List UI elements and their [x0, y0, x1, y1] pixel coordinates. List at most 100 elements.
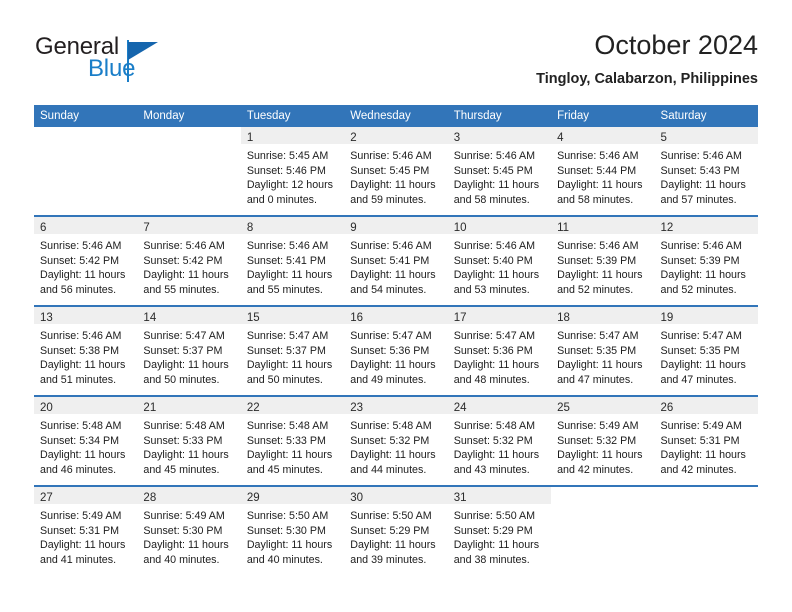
calendar-day-cell[interactable]: 1 Sunrise: 5:45 AM Sunset: 5:46 PM Daylight… [240, 127, 345, 216]
daylight-line-2: and 56 minutes. [40, 283, 117, 296]
daylight-line-2: and 43 minutes. [453, 463, 530, 476]
calendar-day-cell[interactable]: 28 Sunrise: 5:49 AM Sunset: 5:30 PM Dayligh… [137, 485, 241, 575]
daylight-line-2: and 0 minutes. [246, 193, 317, 206]
sunset-line: Sunset: 5:45 PM [350, 164, 430, 177]
day-detail-text: Sunrise: 5:49 AM Sunset: 5:31 PM Daylight:… [34, 504, 137, 567]
sunset-line: Sunset: 5:39 PM [557, 254, 637, 267]
calendar-day-cell[interactable]: 12 Sunrise: 5:46 AM Sunset: 5:39 PM Dayligh… [654, 215, 758, 306]
day-number: 3 [453, 132, 461, 144]
sunrise-line: Sunrise: 5:50 AM [246, 510, 329, 522]
calendar-day-cell[interactable]: 11 Sunrise: 5:46 AM Sunset: 5:39 PM Dayligh… [551, 215, 655, 306]
day-number-band: 29 [240, 487, 345, 504]
calendar-day-cell[interactable]: 8 Sunrise: 5:46 AM Sunset: 5:41 PM Daylight… [240, 215, 345, 306]
calendar-day-cell[interactable]: 19 Sunrise: 5:47 AM Sunset: 5:35 PM Dayligh… [654, 305, 758, 396]
sunset-line: Sunset: 5:31 PM [660, 434, 740, 447]
day-number-band: 3 [447, 127, 552, 144]
sunset-line: Sunset: 5:44 PM [557, 164, 637, 177]
day-number-band: 12 [654, 217, 758, 234]
calendar-day-cell[interactable]: 17 Sunrise: 5:47 AM Sunset: 5:36 PM Dayligh… [447, 305, 552, 396]
day-number: 2 [350, 132, 357, 144]
calendar-body: 1 Sunrise: 5:45 AM Sunset: 5:46 PM Daylight… [34, 127, 758, 575]
daylight-line-2: and 55 minutes. [143, 283, 220, 296]
calendar-empty-cell [34, 127, 138, 216]
daylight-line-1: Daylight: 11 hours [143, 449, 229, 462]
day-detail-text: Sunrise: 5:46 AM Sunset: 5:45 PM Daylight:… [448, 144, 551, 207]
calendar-day-cell[interactable]: 22 Sunrise: 5:48 AM Sunset: 5:33 PM Dayligh… [240, 395, 345, 486]
calendar-day-cell[interactable]: 9 Sunrise: 5:46 AM Sunset: 5:41 PM Daylight… [344, 215, 448, 306]
calendar-day-cell[interactable]: 21 Sunrise: 5:48 AM Sunset: 5:33 PM Dayligh… [137, 395, 241, 486]
day-detail-text: Sunrise: 5:46 AM Sunset: 5:39 PM Daylight:… [551, 234, 654, 297]
day-detail-text: Sunrise: 5:45 AM Sunset: 5:46 PM Daylight:… [241, 144, 344, 207]
day-number-band: 8 [240, 217, 345, 234]
calendar-day-cell[interactable]: 27 Sunrise: 5:49 AM Sunset: 5:31 PM Dayligh… [34, 485, 138, 575]
general-blue-logo[interactable]: General Blue [34, 34, 244, 92]
calendar-day-cell[interactable]: 4 Sunrise: 5:46 AM Sunset: 5:44 PM Daylight… [551, 127, 655, 216]
sunset-line: Sunset: 5:40 PM [453, 254, 533, 267]
calendar-day-cell[interactable]: 20 Sunrise: 5:48 AM Sunset: 5:34 PM Dayligh… [34, 395, 138, 486]
calendar-day-cell[interactable]: 18 Sunrise: 5:47 AM Sunset: 5:35 PM Dayligh… [551, 305, 655, 396]
sunrise-line: Sunrise: 5:48 AM [350, 420, 432, 432]
sunrise-line: Sunrise: 5:48 AM [246, 420, 329, 432]
calendar-day-cell[interactable]: 14 Sunrise: 5:47 AM Sunset: 5:37 PM Dayligh… [137, 305, 241, 396]
day-number: 16 [350, 312, 364, 324]
sunrise-line: Sunrise: 5:49 AM [660, 420, 742, 432]
daylight-line-2: and 57 minutes. [660, 193, 737, 206]
calendar-day-cell[interactable]: 23 Sunrise: 5:48 AM Sunset: 5:32 PM Dayligh… [344, 395, 448, 486]
day-number-band: 2 [344, 127, 448, 144]
sunset-line: Sunset: 5:45 PM [453, 164, 533, 177]
sunrise-line: Sunrise: 5:46 AM [453, 240, 536, 252]
day-number-band [551, 487, 654, 504]
day-number-band: 7 [137, 217, 241, 234]
day-cell-inner: 20 Sunrise: 5:48 AM Sunset: 5:34 PM Dayligh… [34, 397, 138, 485]
day-number-band: 1 [240, 127, 345, 144]
calendar-day-cell[interactable]: 6 Sunrise: 5:46 AM Sunset: 5:42 PM Daylight… [34, 215, 138, 306]
day-number: 23 [350, 402, 364, 414]
daylight-line-2: and 54 minutes. [350, 283, 427, 296]
daylight-line-1: Daylight: 11 hours [40, 269, 126, 282]
day-detail-text: Sunrise: 5:49 AM Sunset: 5:32 PM Daylight:… [551, 414, 654, 477]
calendar-day-cell[interactable]: 13 Sunrise: 5:46 AM Sunset: 5:38 PM Dayligh… [34, 305, 138, 396]
day-number-band: 6 [34, 217, 138, 234]
sunrise-line: Sunrise: 5:50 AM [453, 510, 536, 522]
day-number: 13 [40, 312, 53, 324]
day-number-band: 13 [34, 307, 138, 324]
calendar-day-cell[interactable]: 10 Sunrise: 5:46 AM Sunset: 5:40 PM Dayligh… [447, 215, 552, 306]
calendar-day-cell[interactable]: 3 Sunrise: 5:46 AM Sunset: 5:45 PM Daylight… [447, 127, 552, 216]
daylight-line-2: and 42 minutes. [557, 463, 634, 476]
day-number: 8 [246, 222, 254, 234]
calendar-day-cell[interactable]: 16 Sunrise: 5:47 AM Sunset: 5:36 PM Dayligh… [344, 305, 448, 396]
calendar-day-cell[interactable]: 29 Sunrise: 5:50 AM Sunset: 5:30 PM Dayligh… [240, 485, 345, 575]
day-detail-text: Sunrise: 5:47 AM Sunset: 5:37 PM Daylight:… [137, 324, 240, 387]
calendar-day-cell[interactable]: 7 Sunrise: 5:46 AM Sunset: 5:42 PM Daylight… [137, 215, 241, 306]
calendar-day-cell[interactable]: 26 Sunrise: 5:49 AM Sunset: 5:31 PM Dayligh… [654, 395, 758, 486]
day-detail-text: Sunrise: 5:47 AM Sunset: 5:35 PM Daylight:… [551, 324, 654, 387]
day-number-band: 27 [34, 487, 138, 504]
day-number-band: 14 [137, 307, 241, 324]
calendar-day-cell[interactable]: 25 Sunrise: 5:49 AM Sunset: 5:32 PM Dayligh… [551, 395, 655, 486]
calendar-day-cell[interactable]: 2 Sunrise: 5:46 AM Sunset: 5:45 PM Daylight… [344, 127, 448, 216]
day-number-band: 4 [551, 127, 655, 144]
day-detail-text: Sunrise: 5:50 AM Sunset: 5:30 PM Daylight:… [241, 504, 344, 567]
calendar-day-cell[interactable]: 15 Sunrise: 5:47 AM Sunset: 5:37 PM Dayligh… [240, 305, 345, 396]
calendar-day-cell[interactable]: 30 Sunrise: 5:50 AM Sunset: 5:29 PM Dayligh… [344, 485, 448, 575]
day-number-band [34, 127, 137, 144]
sunrise-line: Sunrise: 5:47 AM [453, 330, 536, 342]
daylight-line-1: Daylight: 11 hours [350, 449, 436, 462]
daylight-line-1: Daylight: 11 hours [246, 359, 333, 372]
daylight-line-2: and 40 minutes. [246, 553, 323, 566]
calendar-week-row: 27 Sunrise: 5:49 AM Sunset: 5:31 PM Dayligh… [34, 485, 758, 575]
weekday-header-monday: Monday [137, 105, 241, 127]
day-number-band [655, 487, 758, 504]
calendar-day-cell[interactable]: 31 Sunrise: 5:50 AM Sunset: 5:29 PM Dayligh… [447, 485, 552, 575]
sunset-line: Sunset: 5:32 PM [350, 434, 430, 447]
calendar-day-cell[interactable]: 5 Sunrise: 5:46 AM Sunset: 5:43 PM Daylight… [654, 127, 758, 216]
day-cell-inner: 12 Sunrise: 5:46 AM Sunset: 5:39 PM Dayligh… [654, 217, 758, 305]
calendar-day-cell[interactable]: 24 Sunrise: 5:48 AM Sunset: 5:32 PM Dayligh… [447, 395, 552, 486]
sunset-line: Sunset: 5:36 PM [350, 344, 430, 357]
daylight-line-1: Daylight: 11 hours [350, 269, 436, 282]
daylight-line-2: and 48 minutes. [453, 373, 530, 386]
sunrise-line: Sunrise: 5:50 AM [350, 510, 432, 522]
calendar-empty-cell [654, 485, 758, 575]
day-number: 5 [660, 132, 667, 144]
sunset-line: Sunset: 5:39 PM [660, 254, 740, 267]
